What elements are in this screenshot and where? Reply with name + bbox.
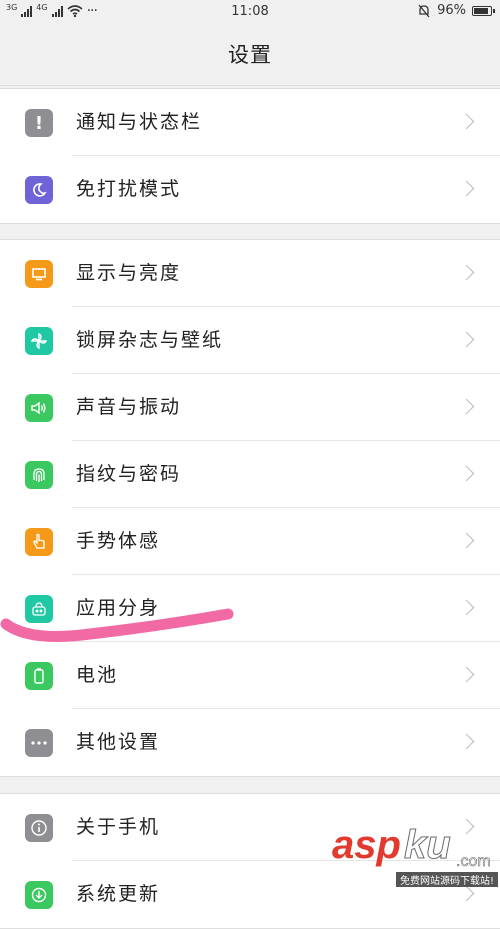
speaker-icon	[25, 394, 53, 422]
chevron-right-icon	[458, 733, 475, 750]
settings-item-display[interactable]: 显示与亮度	[0, 240, 500, 307]
settings-item-app-clone[interactable]: 应用分身	[0, 575, 500, 642]
settings-item-label: 声音与振动	[76, 396, 182, 418]
status-bar: 3G 4G ··· 11:08 96%	[0, 0, 500, 24]
settings-item-label: 免打扰模式	[76, 178, 182, 200]
page-title: 设置	[0, 24, 500, 86]
chevron-right-icon	[458, 398, 475, 415]
chevron-right-icon	[458, 113, 475, 130]
settings-group-2: 显示与亮度 锁屏杂志与壁纸 声音与振动 指纹与密码 手势体感 应用分身 电池 其…	[0, 239, 500, 777]
info-icon	[25, 814, 53, 842]
settings-item-label: 锁屏杂志与壁纸	[76, 329, 224, 351]
chevron-right-icon	[458, 666, 475, 683]
settings-item-label: 系统更新	[76, 883, 161, 905]
settings-item-do-not-disturb[interactable]: 免打扰模式	[0, 156, 500, 223]
chevron-right-icon	[458, 532, 475, 549]
settings-item-label: 指纹与密码	[76, 463, 182, 485]
clone-app-icon	[25, 595, 53, 623]
moon-icon	[25, 176, 53, 204]
chevron-right-icon	[458, 599, 475, 616]
chevron-right-icon	[458, 331, 475, 348]
settings-item-gestures[interactable]: 手势体感	[0, 508, 500, 575]
settings-item-other-settings[interactable]: 其他设置	[0, 709, 500, 776]
settings-item-label: 电池	[76, 664, 119, 686]
settings-item-battery[interactable]: 电池	[0, 642, 500, 709]
settings-item-lockscreen-wallpaper[interactable]: 锁屏杂志与壁纸	[0, 307, 500, 374]
fingerprint-icon	[25, 461, 53, 489]
svg-text:.com: .com	[456, 853, 491, 870]
gesture-icon	[25, 528, 53, 556]
battery-status-icon	[472, 5, 495, 16]
settings-item-fingerprint-password[interactable]: 指纹与密码	[0, 441, 500, 508]
battery-percentage: 96%	[437, 3, 466, 18]
mute-icon	[418, 4, 430, 17]
settings-item-label: 手势体感	[76, 530, 161, 552]
aspku-logo: asp ku .com 免费网站源码下载站!	[332, 823, 498, 887]
svg-text:免费网站源码下载站!: 免费网站源码下载站!	[400, 874, 494, 887]
settings-item-sound-vibration[interactable]: 声音与振动	[0, 374, 500, 441]
display-icon	[25, 260, 53, 288]
settings-group-1: ! 通知与状态栏 免打扰模式	[0, 88, 500, 224]
more-icon	[25, 729, 53, 757]
settings-item-notifications[interactable]: ! 通知与状态栏	[0, 89, 500, 156]
update-icon	[25, 881, 53, 909]
settings-item-label: 应用分身	[76, 597, 161, 619]
settings-item-label: 关于手机	[76, 816, 161, 838]
watermark: asp ku .com 免费网站源码下载站!	[320, 800, 500, 889]
chevron-right-icon	[458, 264, 475, 281]
svg-text:ku: ku	[404, 823, 451, 867]
settings-item-label: 其他设置	[76, 731, 161, 753]
chevron-right-icon	[458, 180, 475, 197]
pinwheel-icon	[25, 327, 53, 355]
battery-icon	[25, 662, 53, 690]
settings-item-label: 通知与状态栏	[76, 111, 203, 133]
status-right: 96%	[417, 3, 495, 18]
chevron-right-icon	[458, 465, 475, 482]
svg-text:asp: asp	[332, 823, 401, 867]
notification-icon: !	[25, 109, 53, 137]
settings-item-label: 显示与亮度	[76, 262, 182, 284]
